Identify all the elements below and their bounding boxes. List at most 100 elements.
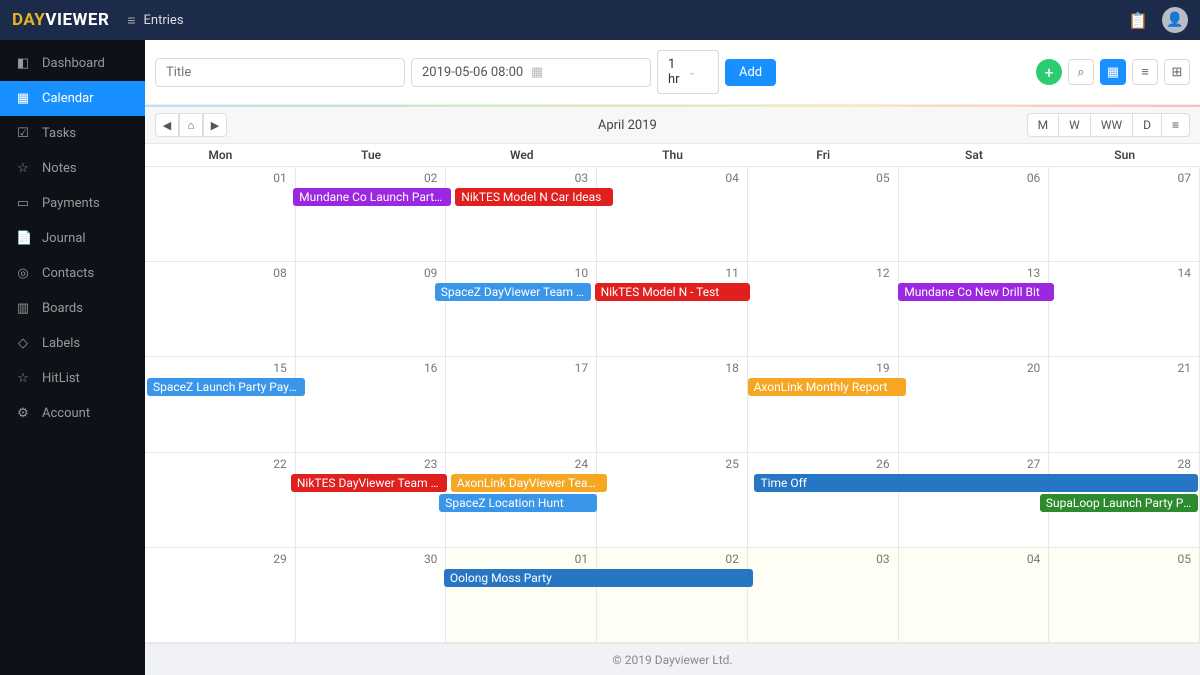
- sidebar-item-account[interactable]: ⚙Account: [0, 396, 145, 431]
- event[interactable]: SpaceZ Launch Party Paym...: [147, 378, 305, 396]
- day-cell[interactable]: 01: [145, 167, 296, 261]
- title-input[interactable]: [155, 58, 405, 87]
- sidebar-item-calendar[interactable]: ▦Calendar: [0, 81, 145, 116]
- sidebar-item-label: Tasks: [42, 126, 76, 141]
- day-number: 24: [575, 457, 589, 471]
- event[interactable]: SpaceZ Location Hunt: [439, 494, 597, 512]
- day-cell[interactable]: 01: [446, 548, 597, 642]
- day-number: 02: [725, 552, 739, 566]
- day-number: 12: [876, 266, 890, 280]
- calendar-icon: ▦: [531, 65, 640, 80]
- sidebar-item-tasks[interactable]: ☑Tasks: [0, 116, 145, 151]
- day-cell[interactable]: 10: [446, 262, 597, 356]
- sidebar-item-labels[interactable]: ◇Labels: [0, 326, 145, 361]
- view-M[interactable]: M: [1027, 113, 1059, 137]
- view-D[interactable]: D: [1132, 113, 1162, 137]
- next-button[interactable]: ▶: [203, 113, 227, 137]
- avatar[interactable]: 👤: [1162, 7, 1188, 33]
- day-cell[interactable]: 17: [446, 357, 597, 451]
- menu-icon[interactable]: ≡: [127, 12, 135, 29]
- day-cell[interactable]: 04: [597, 167, 748, 261]
- day-cell[interactable]: 03: [446, 167, 597, 261]
- day-cell[interactable]: 18: [597, 357, 748, 451]
- plus-button[interactable]: +: [1036, 59, 1062, 85]
- calendar-nav: ◀ ⌂ ▶ April 2019 MWWWD≡: [145, 107, 1200, 144]
- calendar-icon: ▦: [16, 91, 30, 106]
- dayhdr-Fri: Fri: [748, 144, 899, 166]
- day-cell[interactable]: 12: [748, 262, 899, 356]
- accent-bar: [145, 105, 1200, 107]
- day-number: 14: [1178, 266, 1192, 280]
- event[interactable]: SpaceZ DayViewer Team Ro...: [435, 283, 591, 301]
- day-number: 07: [1178, 171, 1192, 185]
- day-cell[interactable]: 04: [899, 548, 1050, 642]
- event[interactable]: NikTES DayViewer Team Room: [291, 474, 447, 492]
- view-≡[interactable]: ≡: [1161, 113, 1190, 137]
- day-number: 18: [725, 361, 739, 375]
- day-cell[interactable]: 08: [145, 262, 296, 356]
- grid-view-icon[interactable]: ⊞: [1164, 59, 1190, 85]
- calendar-view-icon[interactable]: ▦: [1100, 59, 1126, 85]
- sidebar-item-hitlist[interactable]: ☆HitList: [0, 361, 145, 396]
- day-cell[interactable]: 16: [296, 357, 447, 451]
- day-number: 01: [273, 171, 287, 185]
- day-cell[interactable]: 29: [145, 548, 296, 642]
- view-W[interactable]: W: [1058, 113, 1091, 137]
- day-cell[interactable]: 11: [597, 262, 748, 356]
- notes-icon: ☆: [16, 161, 30, 176]
- day-cell[interactable]: 13: [899, 262, 1050, 356]
- event[interactable]: AxonLink DayViewer Team ...: [451, 474, 607, 492]
- day-cell[interactable]: 03: [748, 548, 899, 642]
- view-WW[interactable]: WW: [1090, 113, 1133, 137]
- boards-icon: ▥: [16, 301, 30, 316]
- day-cell[interactable]: 15: [145, 357, 296, 451]
- event[interactable]: Mundane Co Launch Party ...: [293, 188, 451, 206]
- day-number: 11: [725, 266, 739, 280]
- day-cell[interactable]: 14: [1049, 262, 1200, 356]
- sidebar-item-boards[interactable]: ▥Boards: [0, 291, 145, 326]
- day-cell[interactable]: 20: [899, 357, 1050, 451]
- event[interactable]: NikTES Model N Car Ideas: [455, 188, 613, 206]
- day-number: 13: [1027, 266, 1041, 280]
- day-number: 09: [424, 266, 438, 280]
- list-view-icon[interactable]: ≡: [1132, 59, 1158, 85]
- calendar-grid: 01020304050607Mundane Co Launch Party ..…: [145, 167, 1200, 643]
- dayhdr-Thu: Thu: [597, 144, 748, 166]
- event[interactable]: Oolong Moss Party: [444, 569, 753, 587]
- entries-label[interactable]: Entries: [144, 13, 184, 28]
- event[interactable]: Mundane Co New Drill Bit: [898, 283, 1054, 301]
- search-icon[interactable]: ⌕: [1068, 59, 1094, 85]
- day-cell[interactable]: 21: [1049, 357, 1200, 451]
- day-number: 02: [424, 171, 438, 185]
- prev-button[interactable]: ◀: [155, 113, 179, 137]
- dayhdr-Mon: Mon: [145, 144, 296, 166]
- event[interactable]: NikTES Model N - Test: [595, 283, 751, 301]
- duration-select[interactable]: 1 hr⌄: [657, 50, 719, 94]
- sidebar-item-payments[interactable]: ▭Payments: [0, 186, 145, 221]
- day-cell[interactable]: 19: [748, 357, 899, 451]
- sidebar-item-contacts[interactable]: ◎Contacts: [0, 256, 145, 291]
- day-number: 15: [273, 361, 287, 375]
- day-cell[interactable]: 06: [899, 167, 1050, 261]
- week-row: 08 09 10 11 12 13 14 SpaceZ DayViewer Team Ro..…: [145, 262, 1200, 357]
- day-cell[interactable]: 07: [1049, 167, 1200, 261]
- day-cell[interactable]: 02: [597, 548, 748, 642]
- day-cell[interactable]: 30: [296, 548, 447, 642]
- day-cell[interactable]: 09: [296, 262, 447, 356]
- date-input[interactable]: 2019-05-06 08:00▦: [411, 58, 651, 87]
- sidebar-item-notes[interactable]: ☆ Notes: [0, 151, 145, 186]
- event[interactable]: AxonLink Monthly Report: [748, 378, 906, 396]
- add-button[interactable]: Add: [725, 59, 776, 86]
- day-cell[interactable]: 02: [296, 167, 447, 261]
- day-header: MonTueWedThuFriSatSun: [145, 144, 1200, 167]
- event[interactable]: Time Off: [754, 474, 1198, 492]
- sidebar-item-journal[interactable]: 📄Journal: [0, 221, 145, 256]
- sidebar-item-label: Notes: [42, 161, 77, 176]
- event[interactable]: SupaLoop Launch Party Pa...: [1040, 494, 1198, 512]
- day-cell[interactable]: 05: [1049, 548, 1200, 642]
- sidebar-item-dashboard[interactable]: ◧Dashboard: [0, 46, 145, 81]
- home-button[interactable]: ⌂: [179, 113, 203, 137]
- dayhdr-Sun: Sun: [1049, 144, 1200, 166]
- day-cell[interactable]: 05: [748, 167, 899, 261]
- clipboard-icon[interactable]: 📋: [1128, 11, 1148, 30]
